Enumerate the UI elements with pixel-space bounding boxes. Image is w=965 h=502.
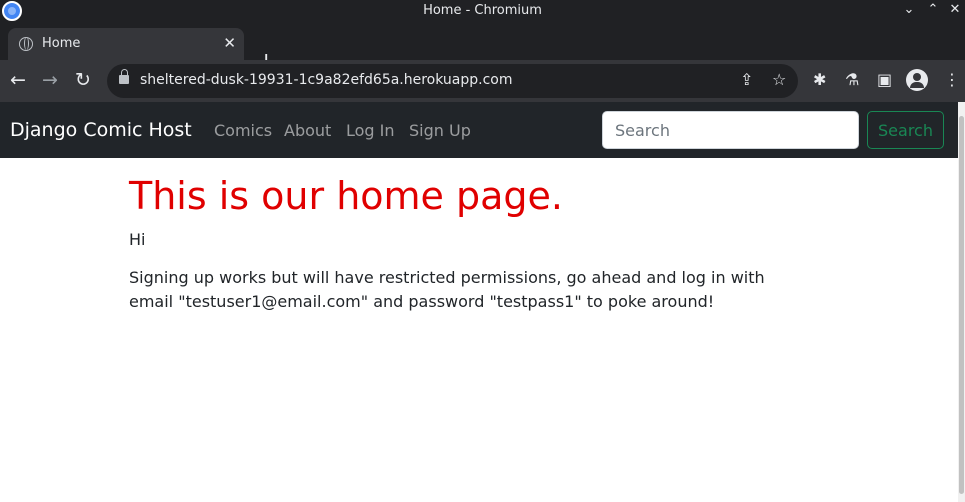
nav-link-log-in[interactable]: Log In xyxy=(346,121,395,140)
search-input[interactable] xyxy=(602,111,859,149)
lab-flask-icon[interactable]: ⚗ xyxy=(845,70,859,90)
tab-label: Home xyxy=(42,36,81,51)
side-panel-icon[interactable]: ▣ xyxy=(877,70,892,90)
tab-home[interactable]: Home ✕ xyxy=(8,28,244,60)
page-viewport: Django Comic Host Comics About Log In Si… xyxy=(0,102,958,502)
browser-menu-icon[interactable]: ⋮ xyxy=(944,70,960,90)
bookmark-star-icon[interactable]: ☆ xyxy=(772,70,786,89)
address-bar[interactable]: sheltered-dusk-19931-1c9a82efd65a.heroku… xyxy=(107,64,798,98)
window-title-bar: Home - Chromium ⌄ ⌃ ✕ xyxy=(0,0,965,24)
nav-link-comics[interactable]: Comics xyxy=(214,121,272,140)
nav-link-sign-up[interactable]: Sign Up xyxy=(409,121,471,140)
site-navbar: Django Comic Host Comics About Log In Si… xyxy=(0,102,958,158)
share-icon[interactable]: ⇪ xyxy=(740,70,753,89)
minimize-icon[interactable]: ⌄ xyxy=(900,2,918,17)
scrollbar-thumb[interactable] xyxy=(959,116,964,494)
profile-avatar-icon[interactable] xyxy=(906,69,928,91)
reload-button[interactable]: ↻ xyxy=(75,69,91,91)
close-tab-icon[interactable]: ✕ xyxy=(223,34,236,52)
search-button[interactable]: Search xyxy=(867,111,944,149)
tab-strip: Home ✕ + ⌄ xyxy=(0,24,965,73)
main-content: This is our home page. Hi Signing up wor… xyxy=(129,174,829,314)
address-url[interactable]: sheltered-dusk-19931-1c9a82efd65a.heroku… xyxy=(140,72,513,88)
globe-icon xyxy=(19,37,33,51)
back-button[interactable]: ← xyxy=(10,69,26,91)
login-instructions-text: Signing up works but will have restricte… xyxy=(129,268,765,311)
maximize-icon[interactable]: ⌃ xyxy=(924,2,942,17)
page-scrollbar[interactable] xyxy=(958,102,965,502)
nav-link-about[interactable]: About xyxy=(284,121,331,140)
close-window-icon[interactable]: ✕ xyxy=(946,2,964,17)
extensions-icon[interactable]: ✱ xyxy=(813,70,826,90)
brand-link[interactable]: Django Comic Host xyxy=(10,119,192,141)
greeting-text: Hi xyxy=(129,230,146,249)
page-heading: This is our home page. xyxy=(129,174,563,218)
lock-icon[interactable] xyxy=(119,69,129,84)
browser-toolbar: ← → ↻ sheltered-dusk-19931-1c9a82efd65a.… xyxy=(0,60,965,102)
forward-button[interactable]: → xyxy=(42,69,58,91)
window-title: Home - Chromium xyxy=(423,3,542,18)
